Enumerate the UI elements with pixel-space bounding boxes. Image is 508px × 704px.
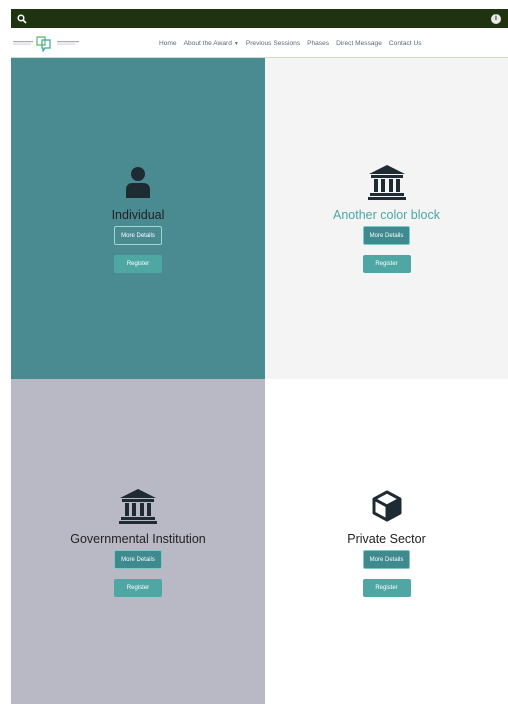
category-title: Governmental Institution bbox=[70, 532, 206, 546]
nav-contact-us[interactable]: Contact Us bbox=[389, 40, 422, 47]
register-button[interactable]: Register bbox=[114, 579, 162, 597]
top-bar: i bbox=[11, 9, 508, 28]
register-button[interactable]: Register bbox=[362, 255, 411, 273]
nav-direct-message[interactable]: Direct Message bbox=[336, 40, 382, 47]
category-block-individual: Individual More Details Register bbox=[11, 58, 265, 379]
register-button[interactable]: Register bbox=[114, 255, 162, 273]
nav-home[interactable]: Home bbox=[159, 40, 177, 47]
person-icon bbox=[118, 162, 158, 202]
institution-icon bbox=[367, 162, 407, 202]
cube-icon bbox=[367, 486, 407, 526]
chevron-down-icon: ▼ bbox=[233, 40, 239, 47]
category-block-governmental: Governmental Institution More Details Re… bbox=[11, 379, 265, 704]
site-logo[interactable] bbox=[13, 32, 85, 53]
more-details-button[interactable]: More Details bbox=[362, 550, 411, 569]
more-details-button[interactable]: More Details bbox=[114, 226, 162, 245]
search-icon[interactable] bbox=[16, 13, 28, 25]
nav-previous-sessions[interactable]: Previous Sessions bbox=[246, 40, 300, 47]
category-grid: Individual More Details Register Another… bbox=[11, 58, 508, 704]
more-details-button[interactable]: More Details bbox=[114, 550, 162, 569]
nav-about-award[interactable]: About the Award ▼ bbox=[184, 40, 239, 47]
info-icon[interactable]: i bbox=[491, 13, 501, 24]
institution-icon bbox=[118, 486, 158, 526]
main-navbar: Home About the Award ▼ Previous Sessions … bbox=[11, 28, 508, 58]
nav-phases[interactable]: Phases bbox=[307, 40, 329, 47]
category-block-another: Another color block More Details Registe… bbox=[265, 58, 508, 379]
category-title: Another color block bbox=[332, 208, 440, 222]
register-button[interactable]: Register bbox=[362, 579, 411, 597]
category-title: Private Sector bbox=[347, 532, 426, 546]
category-title: Individual bbox=[111, 208, 165, 222]
more-details-button[interactable]: More Details bbox=[362, 226, 411, 245]
nav-about-award-label: About the Award bbox=[183, 39, 232, 47]
category-block-private-sector: Private Sector More Details Register bbox=[265, 379, 508, 704]
nav-links: Home About the Award ▼ Previous Sessions … bbox=[159, 28, 429, 58]
